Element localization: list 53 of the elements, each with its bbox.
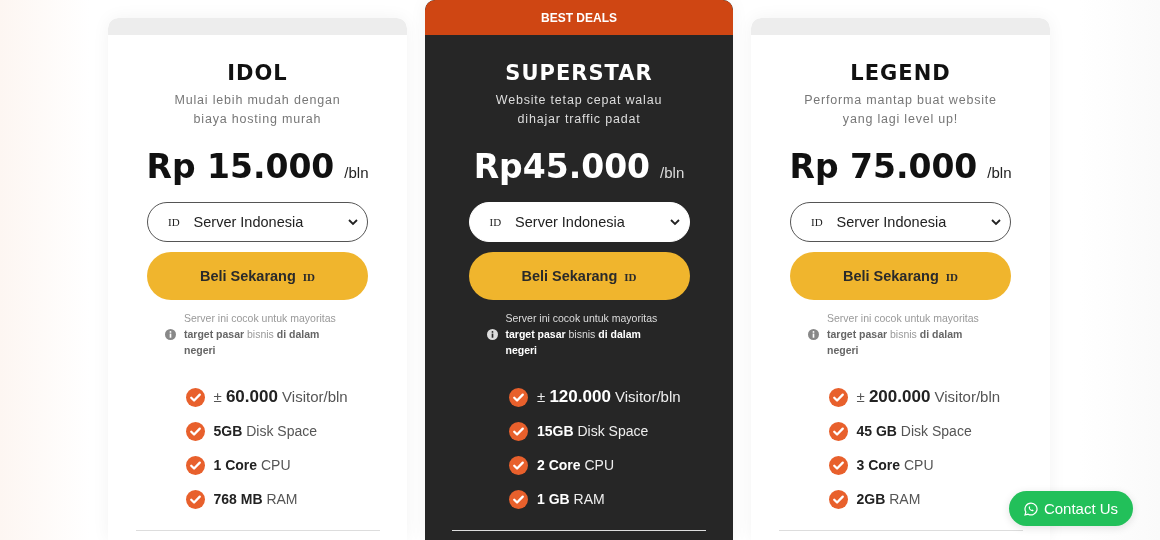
best-deals-banner: BEST DEALS xyxy=(425,0,733,35)
check-icon xyxy=(828,421,848,441)
feature-text: ± 200.000 Visitor/bln xyxy=(856,387,1001,407)
feature-text: 768 MB RAM xyxy=(213,491,298,507)
server-note: Server ini cocok untuk mayoritas target pasar bisnis di dalam negeri xyxy=(827,311,980,358)
check-icon xyxy=(509,387,528,407)
chat-bubble-icon xyxy=(1023,501,1038,516)
feature-text: 15GB Disk Space xyxy=(537,423,649,439)
price: Rp 15.000 xyxy=(146,147,335,186)
check-icon xyxy=(185,387,205,407)
check-icon xyxy=(828,455,848,475)
feature-text: 45 GB Disk Space xyxy=(856,423,972,439)
plan-description: Performa mantap buat website yang lagi level up! xyxy=(804,92,997,128)
server-note: Server ini cocok untuk mayoritas target pasar bisnis di dalam negeri xyxy=(505,311,659,358)
server-select[interactable]: ID Server Indonesia xyxy=(468,202,690,242)
feature-text: 3 Core CPU xyxy=(856,457,934,473)
price-period: /bln xyxy=(344,164,369,181)
chevron-down-icon xyxy=(347,216,359,228)
feature-text: 1 Core CPU xyxy=(213,457,291,473)
check-icon xyxy=(185,489,205,509)
feature-text: 5GB Disk Space xyxy=(213,423,317,439)
chevron-down-icon xyxy=(990,216,1002,228)
feature-text: 2 Core CPU xyxy=(537,457,615,473)
info-icon xyxy=(808,328,819,340)
info-icon xyxy=(486,328,498,340)
feature-text: ± 60.000 Visitor/bln xyxy=(213,387,348,407)
buy-button[interactable]: Beli Sekarang ID xyxy=(147,252,368,300)
plan-title: LEGEND xyxy=(850,61,951,85)
check-icon xyxy=(828,387,848,407)
price-period: /bln xyxy=(660,164,685,181)
feature-text: ± 120.000 Visitor/bln xyxy=(537,387,681,407)
plan-description: Website tetap cepat walau dihajar traffic padat xyxy=(495,92,663,128)
server-select[interactable]: ID Server Indonesia xyxy=(790,202,1011,242)
buy-button[interactable]: Beli Sekarang ID xyxy=(468,252,690,300)
feature-text: 2GB RAM xyxy=(856,491,921,507)
buy-button[interactable]: Beli Sekarang ID xyxy=(790,252,1011,300)
plan-title: SUPERSTAR xyxy=(505,61,653,85)
price: Rp45.000 xyxy=(473,147,651,186)
check-icon xyxy=(185,421,205,441)
server-select[interactable]: ID Server Indonesia xyxy=(147,202,368,242)
chevron-down-icon xyxy=(668,216,681,228)
check-icon xyxy=(509,489,528,509)
check-icon xyxy=(509,455,528,475)
server-note: Server ini cocok untuk mayoritas target pasar bisnis di dalam negeri xyxy=(184,311,337,358)
feature-text: 1 GB RAM xyxy=(537,491,605,507)
check-icon xyxy=(509,421,528,441)
price-period: /bln xyxy=(987,164,1012,181)
plan-description: Mulai lebih mudah dengan biaya hosting murah xyxy=(174,92,341,128)
check-icon xyxy=(828,489,848,509)
price: Rp 75.000 xyxy=(789,147,978,186)
plan-title: IDOL xyxy=(227,61,288,85)
check-icon xyxy=(185,455,205,475)
info-icon xyxy=(165,328,176,340)
